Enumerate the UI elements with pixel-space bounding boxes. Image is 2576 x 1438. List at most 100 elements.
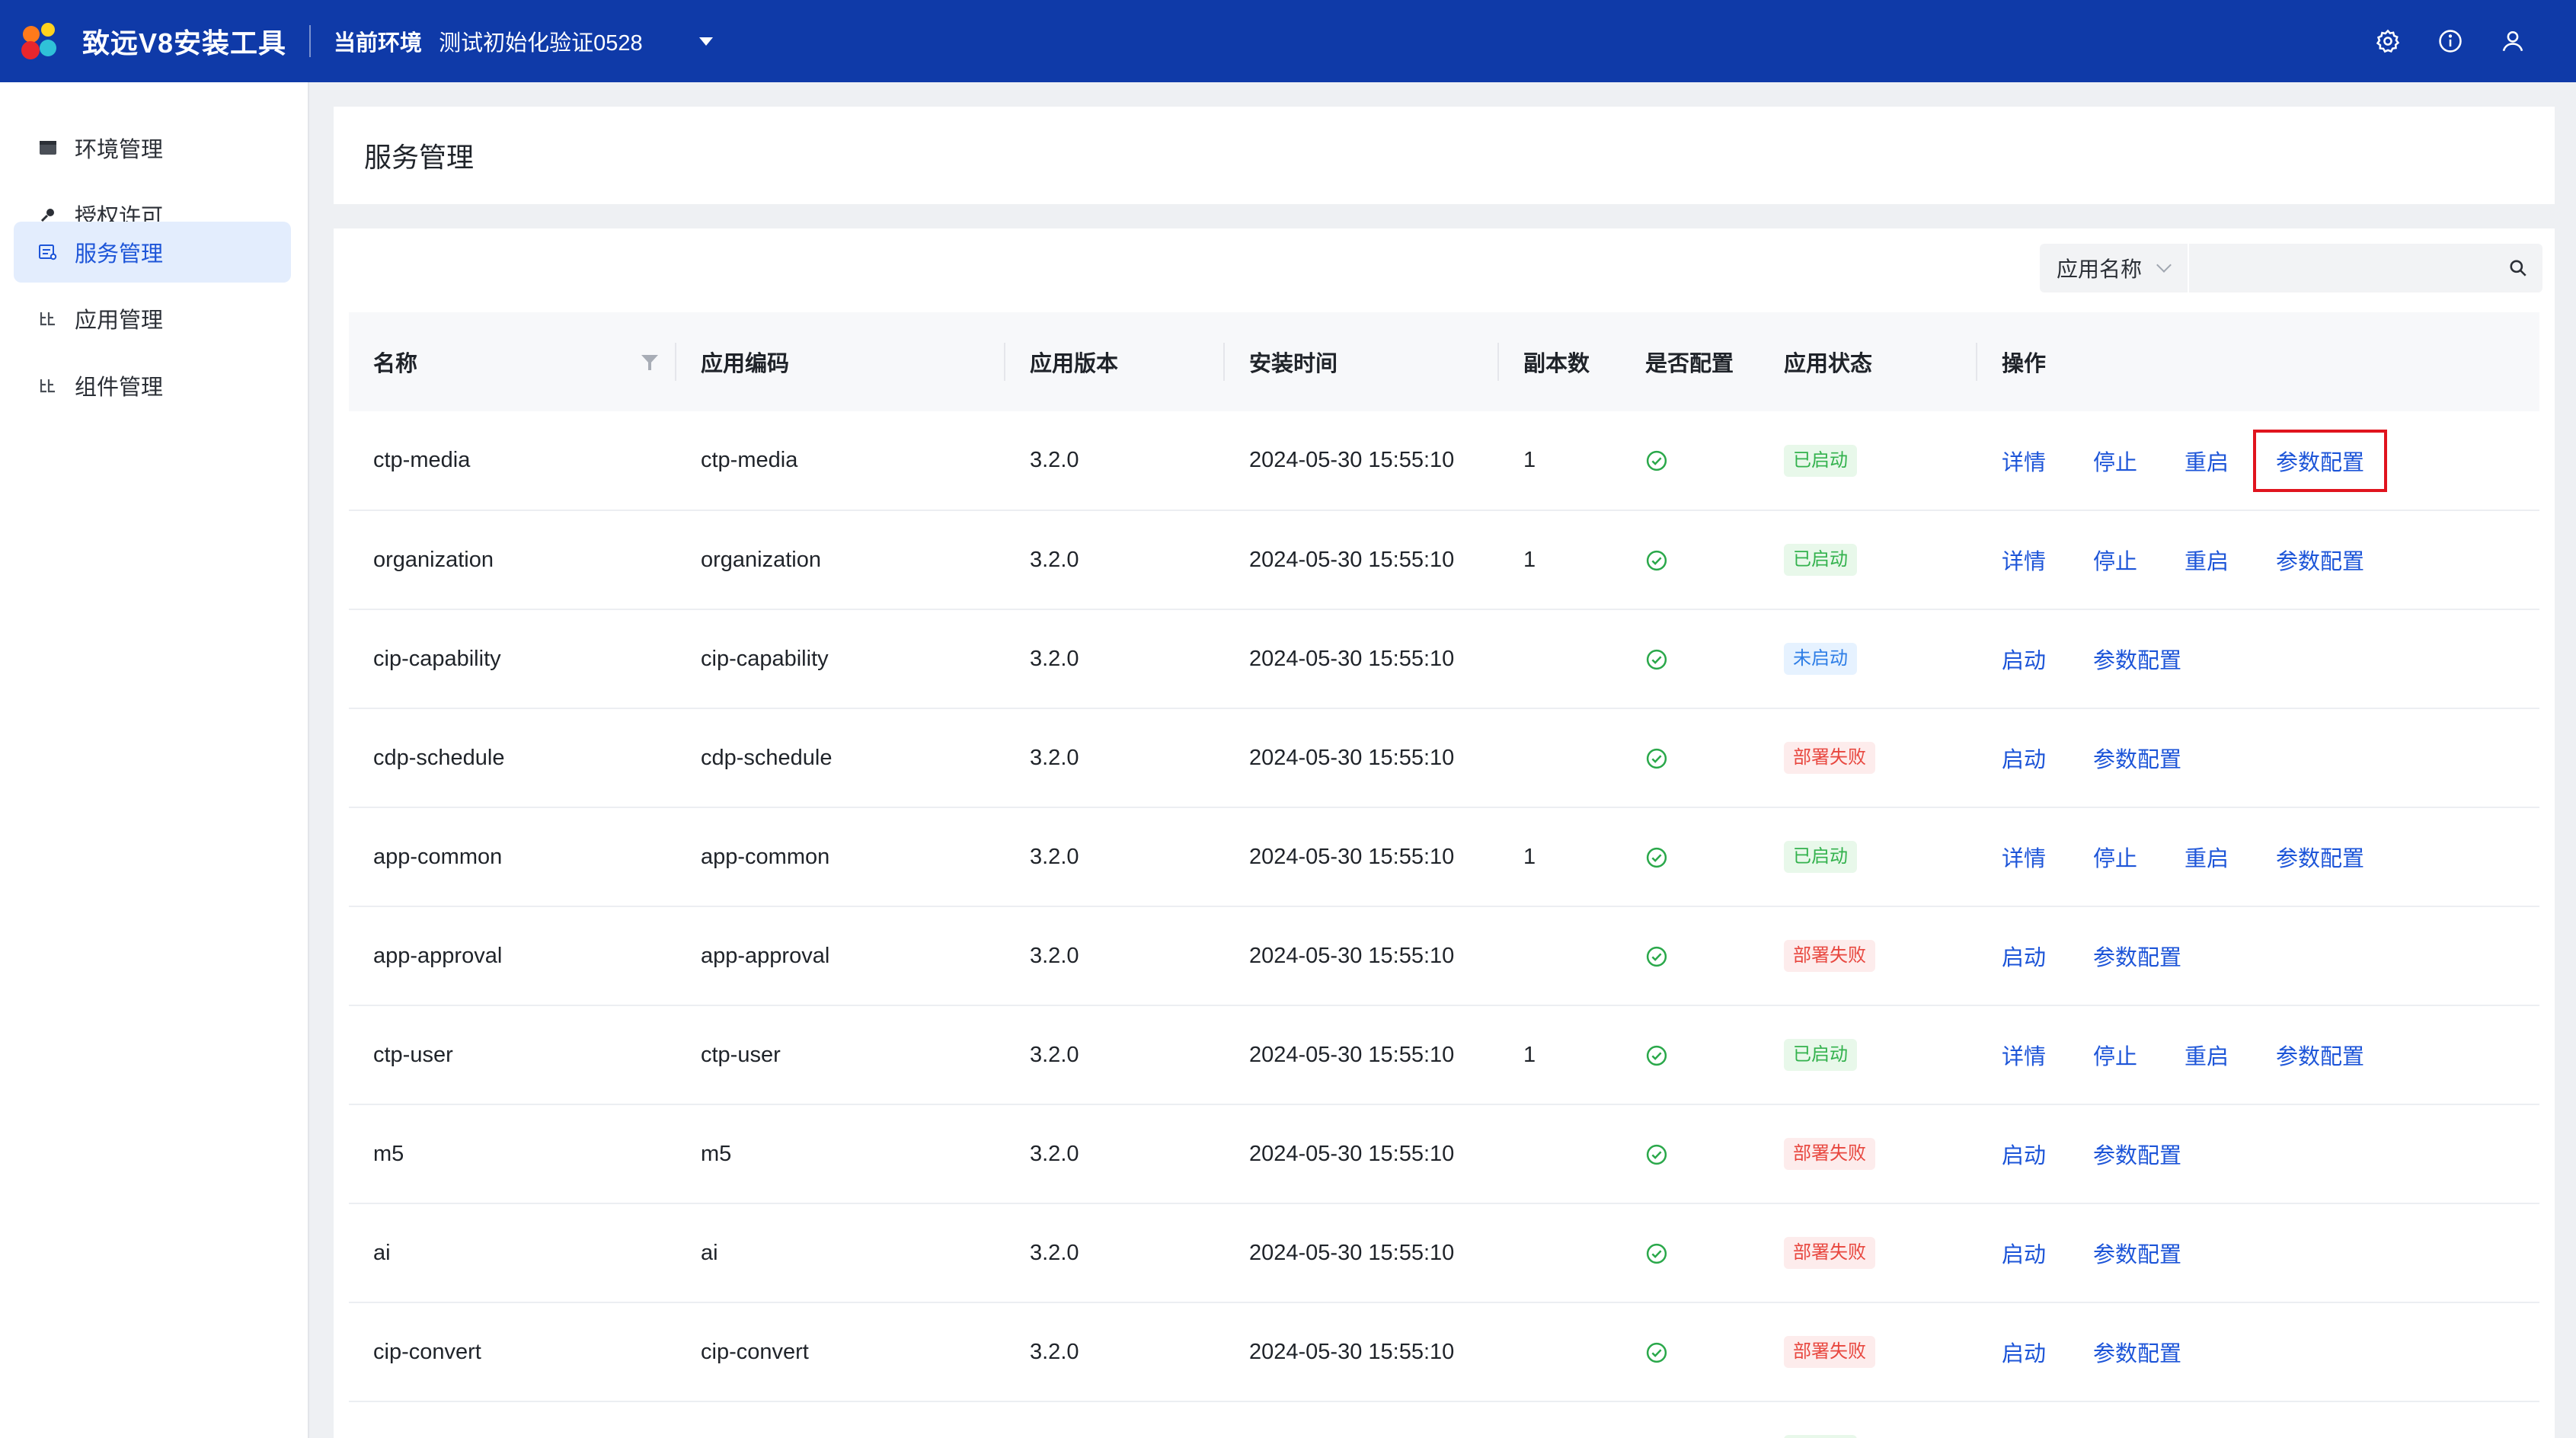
app-title: 致远V8安装工具: [82, 27, 287, 59]
param-config-link[interactable]: 参数配置: [2253, 429, 2388, 492]
column-header-configured: 是否配置: [1621, 312, 1759, 411]
param-config-link[interactable]: 参数配置: [2093, 643, 2184, 675]
details-link[interactable]: 详情: [2002, 841, 2093, 873]
sidebar-item-components[interactable]: 组件管理: [14, 355, 291, 416]
filter-icon[interactable]: [641, 355, 658, 370]
cell-actions: 启动 参数配置: [1977, 1203, 2539, 1303]
check-circle-icon: [1645, 1340, 1668, 1364]
environment-icon: [37, 136, 59, 159]
cell-install-time: 2024-05-30 15:55:10: [1225, 1401, 1499, 1438]
param-config-link[interactable]: 参数配置: [2093, 940, 2184, 972]
cell-actions: 启动 参数配置: [1977, 708, 2539, 808]
cell-replicas: [1499, 906, 1621, 1006]
stop-link[interactable]: 停止: [2093, 544, 2184, 576]
info-icon[interactable]: [2436, 27, 2465, 56]
table-header-row: 名称 应用编码 应用版本 安装时间 副本数 是否配置 应用状态 操作: [349, 312, 2539, 411]
cell-install-time: 2024-05-30 15:55:10: [1225, 609, 1499, 709]
check-circle-icon: [1645, 1142, 1668, 1166]
cell-actions: 启动 参数配置: [1977, 1302, 2539, 1402]
cell-replicas: [1499, 1302, 1621, 1402]
start-link[interactable]: 启动: [2002, 1138, 2093, 1170]
gear-icon[interactable]: [2373, 27, 2402, 56]
param-config-link[interactable]: 参数配置: [2093, 1138, 2184, 1170]
stop-link[interactable]: 停止: [2093, 445, 2184, 477]
table-row: udcudc3.2.02024-05-30 15:55:101已启动详情停止重启…: [349, 1401, 2539, 1438]
stop-link[interactable]: 停止: [2093, 1435, 2184, 1438]
status-badge: 已启动: [1784, 444, 1857, 477]
sidebar-item-label: 服务管理: [75, 242, 164, 267]
status-badge: 未启动: [1784, 643, 1857, 675]
start-link[interactable]: 启动: [2002, 1336, 2093, 1368]
cell-replicas: 1: [1499, 807, 1621, 907]
user-icon[interactable]: [2498, 27, 2527, 56]
status-badge: 部署失败: [1784, 1237, 1875, 1269]
chevron-down-icon[interactable]: [698, 37, 713, 46]
restart-link[interactable]: 重启: [2184, 841, 2276, 873]
sidebar-item-label: 组件管理: [75, 375, 164, 400]
param-config-link[interactable]: 参数配置: [2093, 1237, 2184, 1269]
restart-link[interactable]: 重启: [2184, 544, 2276, 576]
cell-version: 3.2.0: [1005, 807, 1225, 907]
env-label: 当前环境: [334, 31, 423, 56]
cell-configured: [1621, 708, 1759, 808]
cell-name: ai: [349, 1203, 676, 1303]
details-link[interactable]: 详情: [2002, 445, 2093, 477]
cell-name: cip-capability: [349, 609, 676, 709]
table-row: ai ai 3.2.0 2024-05-30 15:55:10 部署失败 启动 参数配置: [349, 1203, 2539, 1303]
search-bar: 应用名称: [2040, 244, 2542, 292]
cell-install-time: 2024-05-30 15:55:10: [1225, 1005, 1499, 1105]
param-config-link[interactable]: 参数配置: [2276, 544, 2364, 576]
check-circle-icon: [1645, 548, 1668, 572]
cell-install-time: 2024-05-30 15:55:10: [1225, 510, 1499, 610]
details-link[interactable]: 详情: [2002, 1039, 2093, 1071]
cell-code: udc: [676, 1401, 1005, 1438]
param-config-link[interactable]: 参数配置: [2093, 1336, 2184, 1368]
column-header-code: 应用编码: [676, 312, 1005, 411]
table-row: cdp-schedule cdp-schedule 3.2.0 2024-05-30 …: [349, 708, 2539, 808]
sidebar-item-apps[interactable]: 应用管理: [14, 288, 291, 349]
start-link[interactable]: 启动: [2002, 940, 2093, 972]
column-header-actions: 操作: [1977, 312, 2539, 411]
env-selector-value[interactable]: 测试初始化验证0528: [439, 25, 643, 57]
start-link[interactable]: 启动: [2002, 643, 2093, 675]
cell-status: 部署失败: [1759, 1302, 1977, 1402]
cell-configured: [1621, 1401, 1759, 1438]
cell-configured: [1621, 411, 1759, 511]
sidebar-item-environment[interactable]: 环境管理: [14, 117, 291, 178]
cell-configured: [1621, 1005, 1759, 1105]
stop-link[interactable]: 停止: [2093, 841, 2184, 873]
cell-code: cip-convert: [676, 1302, 1005, 1402]
check-circle-icon: [1645, 1241, 1668, 1265]
cell-version: 3.2.0: [1005, 510, 1225, 610]
param-config-link[interactable]: 参数配置: [2276, 841, 2364, 873]
cell-status: 已启动: [1759, 1005, 1977, 1105]
cell-name: cdp-schedule: [349, 708, 676, 808]
details-link[interactable]: 详情: [2002, 544, 2093, 576]
cell-actions: 启动 参数配置: [1977, 609, 2539, 709]
search-field-select[interactable]: 应用名称: [2040, 244, 2189, 292]
sidebar-item-services[interactable]: 服务管理: [14, 222, 291, 283]
search-field-label: 应用名称: [2057, 257, 2143, 281]
cell-code: cdp-schedule: [676, 708, 1005, 808]
cell-version: 3.2.0: [1005, 1203, 1225, 1303]
start-link[interactable]: 启动: [2002, 742, 2093, 774]
cell-status: 已启动: [1759, 1401, 1977, 1438]
search-icon[interactable]: [2494, 244, 2542, 292]
search-input[interactable]: [2189, 244, 2494, 292]
cell-install-time: 2024-05-30 15:55:10: [1225, 1104, 1499, 1204]
stop-link[interactable]: 停止: [2093, 1039, 2184, 1071]
cell-actions: 详情停止重启参数配置: [1977, 807, 2539, 907]
check-circle-icon: [1645, 647, 1668, 671]
column-header-name: 名称: [349, 312, 676, 411]
cell-configured: [1621, 1203, 1759, 1303]
start-link[interactable]: 启动: [2002, 1237, 2093, 1269]
cell-replicas: [1499, 1203, 1621, 1303]
check-circle-icon: [1645, 1043, 1668, 1067]
cell-status: 部署失败: [1759, 1203, 1977, 1303]
restart-link[interactable]: 重启: [2184, 1039, 2276, 1071]
param-config-link[interactable]: 参数配置: [2276, 1039, 2364, 1071]
param-config-link[interactable]: 参数配置: [2276, 1435, 2364, 1438]
param-config-link[interactable]: 参数配置: [2093, 742, 2184, 774]
details-link[interactable]: 详情: [2002, 1435, 2093, 1438]
restart-link[interactable]: 重启: [2184, 1435, 2276, 1438]
